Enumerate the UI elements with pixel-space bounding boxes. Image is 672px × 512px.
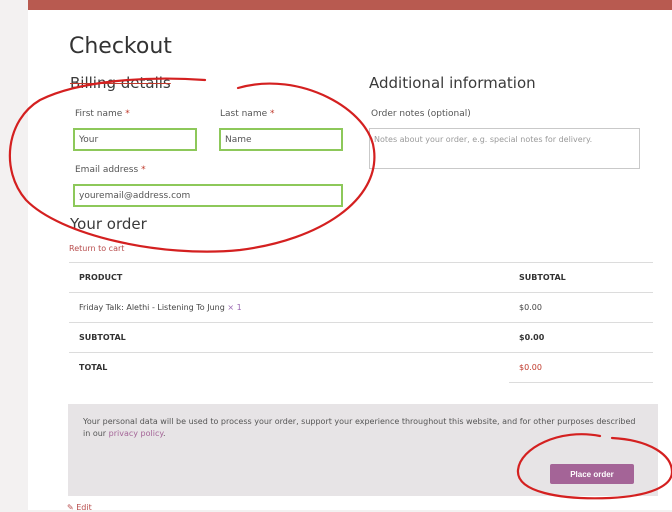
email-input[interactable]: youremail@address.com	[73, 184, 343, 207]
subtotal-value: $0.00	[509, 322, 653, 353]
total-label: TOTAL	[69, 352, 509, 383]
last-name-input[interactable]: Name	[219, 128, 343, 151]
billing-heading: Billing details	[70, 74, 171, 92]
last-name-label: Last name *	[220, 109, 275, 119]
pencil-icon: ✎	[67, 503, 74, 512]
product-cell: Friday Talk: Alethi - Listening To Jung …	[69, 292, 509, 323]
order-table: PRODUCT SUBTOTAL Friday Talk: Alethi - L…	[69, 262, 653, 383]
payment-box: Your personal data will be used to proce…	[68, 404, 658, 496]
column-header-subtotal: SUBTOTAL	[509, 262, 653, 293]
product-quantity: × 1	[227, 303, 242, 312]
table-row: SUBTOTAL $0.00	[69, 322, 653, 353]
product-name: Friday Talk: Alethi - Listening To Jung	[79, 303, 225, 312]
page-title: Checkout	[69, 34, 172, 59]
order-notes-label: Order notes (optional)	[371, 109, 471, 119]
table-row: TOTAL $0.00	[69, 352, 653, 383]
total-value: $0.00	[509, 352, 653, 383]
email-label: Email address *	[75, 165, 146, 175]
additional-info-heading: Additional information	[369, 74, 536, 92]
order-notes-textarea[interactable]: Notes about your order, e.g. special not…	[369, 128, 640, 169]
column-header-product: PRODUCT	[69, 262, 509, 293]
privacy-policy-link[interactable]: privacy policy	[109, 429, 163, 438]
product-subtotal: $0.00	[509, 292, 653, 323]
return-to-cart-link[interactable]: Return to cart	[69, 244, 124, 253]
subtotal-label: SUBTOTAL	[69, 322, 509, 353]
table-row: Friday Talk: Alethi - Listening To Jung …	[69, 292, 653, 323]
table-header-row: PRODUCT SUBTOTAL	[69, 262, 653, 293]
edit-link[interactable]: ✎ Edit	[67, 503, 92, 512]
privacy-notice: Your personal data will be used to proce…	[83, 417, 636, 438]
place-order-button[interactable]: Place order	[550, 464, 634, 484]
your-order-heading: Your order	[70, 215, 147, 233]
checkout-page: Checkout Billing details First name * Yo…	[28, 0, 672, 512]
first-name-label: First name *	[75, 109, 130, 119]
first-name-input[interactable]: Your	[73, 128, 197, 151]
